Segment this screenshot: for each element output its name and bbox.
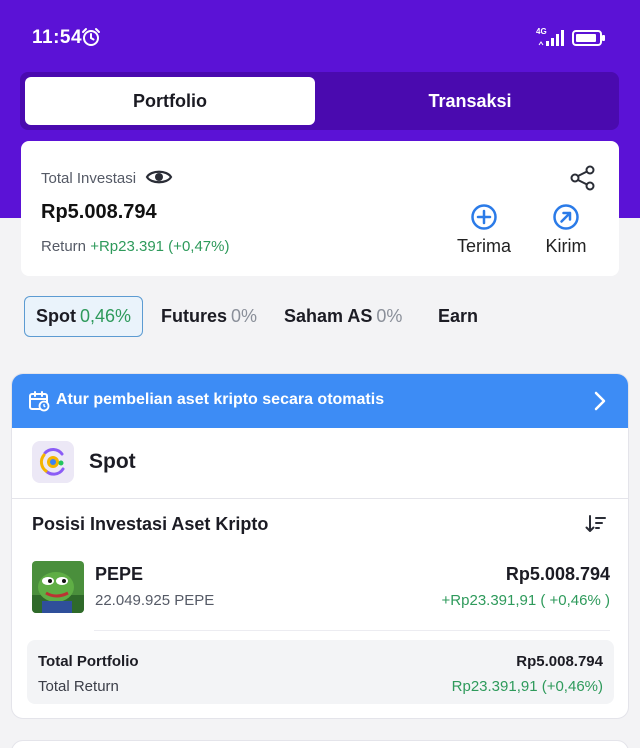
total-investment-label: Total Investasi (41, 170, 137, 187)
tab-saham-as[interactable]: Saham AS 0% (284, 296, 402, 337)
share-icon[interactable] (570, 165, 596, 191)
battery-icon (572, 30, 605, 46)
total-portfolio-value: Rp5.008.794 (516, 653, 603, 670)
positions-title: Posisi Investasi Aset Kripto (32, 514, 269, 534)
plus-circle-icon (471, 204, 497, 230)
tab-saham-as-pct: 0% (376, 306, 403, 326)
total-return-value: Rp23.391,91 (+0,46%) (451, 678, 603, 695)
spot-card: Atur pembelian aset kripto secara otomat… (11, 373, 629, 719)
spot-title: Spot (89, 450, 136, 473)
main-tabs: Portfolio Transaksi (20, 72, 619, 130)
portfolio-summary-card: Total Investasi Rp5.008.794 Return +Rp23… (21, 141, 619, 276)
tab-futures-label: Futures (161, 306, 228, 326)
totals-summary: Total Portfolio Rp5.008.794 Total Return… (27, 640, 614, 704)
tab-transaksi[interactable]: Transaksi (325, 77, 615, 125)
tab-spot-label: Spot (36, 306, 76, 326)
status-bar: 11:54 4G (0, 0, 640, 72)
pepe-token-image (32, 561, 84, 613)
tab-earn-label: Earn (438, 306, 479, 326)
send-label: Kirim (545, 236, 587, 256)
total-return-label: Total Return (38, 678, 119, 695)
receive-label: Terima (456, 236, 511, 256)
tab-saham-as-label: Saham AS (284, 306, 373, 326)
total-portfolio-label: Total Portfolio (38, 653, 139, 670)
next-card-edge (11, 740, 629, 748)
asset-name: PEPE (95, 564, 144, 584)
asset-value: Rp5.008.794 (505, 564, 610, 584)
return-row: Return +Rp23.391 (+0,47%) (41, 238, 229, 255)
total-investment-value: Rp5.008.794 (41, 201, 157, 223)
arrow-up-right-circle-icon (553, 204, 579, 230)
tab-earn[interactable]: Earn (438, 296, 478, 337)
tab-spot-pct: 0,46% (80, 306, 132, 326)
sort-icon[interactable] (585, 514, 607, 534)
spot-logo-icon (32, 441, 74, 483)
calendar-icon (29, 391, 50, 412)
eye-icon[interactable] (145, 165, 173, 189)
receive-button[interactable]: Terima (444, 203, 524, 263)
asset-row-pepe[interactable]: PEPE 22.049.925 PEPE Rp5.008.794 +Rp23.3… (32, 560, 612, 616)
alarm-icon (82, 28, 100, 46)
divider (94, 630, 610, 631)
tab-futures-pct: 0% (231, 306, 258, 326)
tab-spot[interactable]: Spot 0,46% (24, 296, 144, 337)
status-time: 11:54 (32, 27, 83, 48)
return-label: Return (41, 238, 87, 255)
divider (12, 498, 628, 499)
chevron-right-icon (594, 391, 606, 411)
tab-futures[interactable]: Futures 0% (161, 296, 257, 337)
send-button[interactable]: Kirim (526, 203, 606, 263)
auto-buy-text: Atur pembelian aset kripto secara otomat… (56, 391, 385, 408)
auto-buy-banner[interactable]: Atur pembelian aset kripto secara otomat… (12, 374, 628, 428)
asset-return: +Rp23.391,91 ( +0,46% ) (441, 592, 610, 609)
return-value: +Rp23.391 (+0,47%) (90, 238, 230, 255)
signal-icon (538, 30, 564, 46)
tab-portfolio[interactable]: Portfolio (25, 77, 315, 125)
asset-quantity: 22.049.925 PEPE (95, 592, 215, 609)
